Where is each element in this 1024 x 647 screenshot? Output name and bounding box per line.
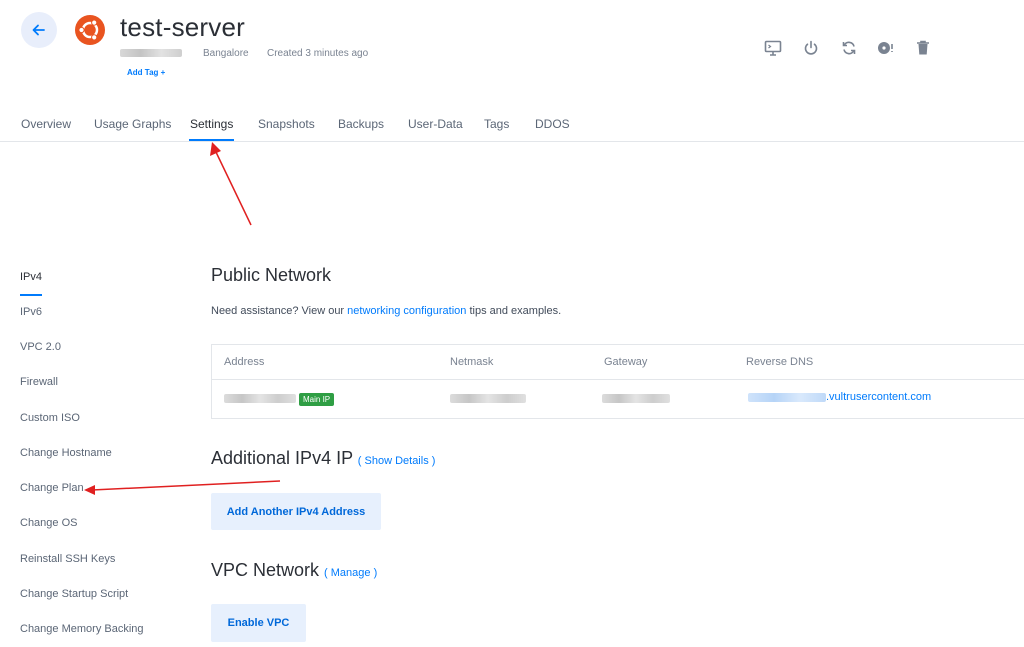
sidebar-item-change-plan[interactable]: Change Plan: [20, 482, 84, 494]
sidebar-item-reinstall-ssh-keys[interactable]: Reinstall SSH Keys: [20, 553, 115, 565]
enable-vpc-button[interactable]: Enable VPC: [211, 604, 306, 642]
iso-icon: [878, 42, 893, 54]
manage-vpc-link[interactable]: ( Manage ): [324, 567, 377, 579]
console-button[interactable]: [763, 38, 783, 58]
table-divider: [212, 379, 1024, 380]
additional-ipv4-heading: Additional IPv4 IP: [211, 448, 353, 468]
redacted-rdns-host: [748, 393, 826, 402]
tab-tags[interactable]: Tags: [484, 117, 509, 131]
settings-annotation-arrow: [210, 142, 252, 226]
redacted-ip: [120, 49, 182, 57]
sidebar-item-change-memory-backing[interactable]: Change Memory Backing: [20, 623, 144, 635]
arrow-left-icon: [32, 24, 45, 36]
power-icon: [804, 40, 818, 55]
sidebar-item-ipv6[interactable]: IPv6: [20, 306, 42, 318]
tab-bar: Overview Usage Graphs Settings Snapshots…: [0, 108, 1024, 142]
active-sidebar-indicator: [20, 294, 42, 296]
column-address: Address: [224, 356, 265, 368]
assist-text: Need assistance? View our networking con…: [211, 305, 561, 317]
assist-prefix: Need assistance? View our: [211, 305, 348, 317]
redacted-netmask: [450, 394, 526, 403]
created-time: Created 3 minutes ago: [267, 48, 369, 59]
tab-usage-graphs[interactable]: Usage Graphs: [94, 117, 171, 131]
sidebar-item-custom-iso[interactable]: Custom ISO: [20, 412, 80, 424]
sidebar-item-ipv4[interactable]: IPv4: [20, 271, 43, 296]
column-reverse-dns: Reverse DNS: [746, 356, 814, 368]
vpc-network-title: VPC Network ( Manage ): [211, 560, 377, 581]
active-tab-indicator: [189, 139, 234, 141]
iso-button[interactable]: [876, 38, 896, 58]
back-button[interactable]: [21, 12, 57, 48]
column-gateway: Gateway: [604, 356, 648, 368]
public-network-title: Public Network: [211, 265, 332, 285]
show-details-link[interactable]: ( Show Details ): [358, 455, 436, 467]
restart-button[interactable]: [839, 38, 859, 58]
tab-ddos[interactable]: DDOS: [535, 117, 570, 131]
reverse-dns-link[interactable]: .vultrusercontent.com: [826, 391, 931, 403]
server-name: test-server: [120, 12, 246, 42]
sidebar-item-change-hostname[interactable]: Change Hostname: [20, 447, 112, 459]
ubuntu-icon: [75, 15, 105, 45]
power-button[interactable]: [801, 38, 821, 58]
add-tag-link[interactable]: Add Tag +: [127, 68, 165, 77]
tab-user-data[interactable]: User-Data: [408, 117, 463, 131]
redacted-address: [224, 394, 296, 403]
sidebar-item-change-startup-script[interactable]: Change Startup Script: [20, 588, 128, 600]
console-icon: [764, 40, 782, 56]
sidebar-item-label: IPv4: [20, 271, 43, 283]
networking-configuration-link[interactable]: networking configuration: [347, 305, 466, 317]
tab-backups[interactable]: Backups: [338, 117, 384, 131]
vpc-network-heading: VPC Network: [211, 560, 320, 580]
tab-overview[interactable]: Overview: [21, 117, 71, 131]
restart-icon: [842, 41, 856, 55]
server-header: test-server Bangalore Created 3 minutes …: [0, 0, 1024, 100]
additional-ipv4-title: Additional IPv4 IP ( Show Details ): [211, 448, 435, 469]
add-ipv4-button[interactable]: Add Another IPv4 Address: [211, 493, 381, 530]
tab-snapshots[interactable]: Snapshots: [258, 117, 315, 131]
tab-settings[interactable]: Settings: [190, 117, 233, 131]
trash-icon: [917, 40, 929, 55]
public-network-table: Address Netmask Gateway Reverse DNS Main…: [211, 344, 1024, 419]
sidebar-item-change-os[interactable]: Change OS: [20, 517, 77, 529]
sidebar-item-vpc-2[interactable]: VPC 2.0: [20, 341, 61, 353]
sidebar-item-firewall[interactable]: Firewall: [20, 376, 58, 388]
delete-button[interactable]: [913, 38, 933, 58]
server-location: Bangalore: [203, 48, 249, 59]
assist-suffix: tips and examples.: [466, 305, 562, 317]
main-ip-badge: Main IP: [299, 393, 335, 406]
redacted-gateway: [602, 394, 670, 403]
column-netmask: Netmask: [450, 356, 494, 368]
